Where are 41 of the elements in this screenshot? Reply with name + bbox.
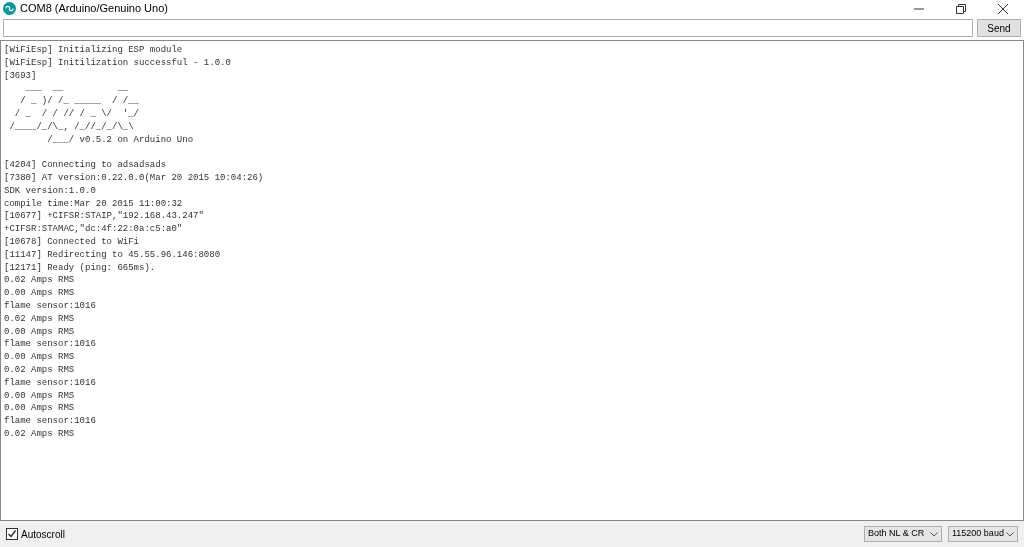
output-line: [10678] Connected to WiFi: [4, 236, 140, 247]
line-ending-dropdown[interactable]: Both NL & CR: [864, 526, 942, 542]
output-line: /___/ v0.5.2 on Arduino Uno: [46, 134, 194, 145]
output-line: 0.02 Amps RMS: [4, 364, 75, 375]
send-button[interactable]: Send: [977, 19, 1021, 37]
baud-rate-dropdown[interactable]: 115200 baud: [948, 526, 1018, 542]
chevron-down-icon: [930, 531, 938, 537]
output-line: flame sensor:1016: [4, 377, 96, 388]
chevron-down-icon: [1006, 531, 1014, 537]
output-line: 0.00 Amps RMS: [4, 403, 75, 414]
autoscroll-checkbox[interactable]: [6, 528, 18, 540]
output-line: 0.02 Amps RMS: [4, 313, 75, 324]
input-field[interactable]: [3, 19, 973, 37]
output-line: flame sensor:1016: [4, 339, 96, 350]
autoscroll-label: Autoscroll: [21, 527, 65, 542]
output-line: flame sensor:1016: [4, 300, 96, 311]
output-line: / _ / / // / _ \/ '_/: [13, 109, 140, 119]
output-line: 0.00 Amps RMS: [4, 352, 75, 363]
output-line: SDK version:1.0.0: [4, 185, 96, 196]
output-line: ___ __ __: [24, 83, 129, 94]
output-line: [10677] +CIFSR:STAIP,"192.168.43.247": [4, 211, 204, 222]
output-line: [12171] Ready (ping: 665ms).: [4, 262, 156, 273]
output-line: /____/_/\_, /_//_/_/\_\: [8, 121, 134, 132]
output-line: +CIFSR:STAMAC,"dc:4f:22:0a:c5:a0": [4, 224, 183, 235]
output-line: [WiFiEsp] Initializing ESP module: [4, 45, 183, 55]
output-line: [3693]: [4, 70, 37, 81]
output-line: 0.02 Amps RMS: [4, 428, 75, 439]
output-line: [11147] Redirecting to 45.55.96.146:8080: [4, 249, 221, 260]
output-line: [WiFiEsp] Initilization successful - 1.0.0: [4, 57, 231, 68]
close-icon[interactable]: [998, 3, 1008, 14]
output-line: 0.02 Amps RMS: [4, 275, 75, 286]
output-line: flame sensor:1016: [4, 416, 96, 427]
output-line: 0.00 Amps RMS: [4, 390, 75, 401]
window-title: COM8 (Arduino/Genuino Uno): [20, 1, 168, 17]
output-line: compile time:Mar 20 2015 11:00:32: [4, 198, 183, 209]
restore-icon[interactable]: [956, 3, 966, 14]
output-line: 0.00 Amps RMS: [4, 326, 75, 337]
output-line: 0.00 Amps RMS: [4, 288, 75, 299]
output-line: [7380] AT version:0.22.0.0(Mar 20 2015 10:04:26): [4, 172, 264, 183]
output-line: / _ )/ /_ _____ / /__: [19, 96, 140, 107]
output-line: [4204] Connecting to adsadsads: [4, 160, 167, 171]
